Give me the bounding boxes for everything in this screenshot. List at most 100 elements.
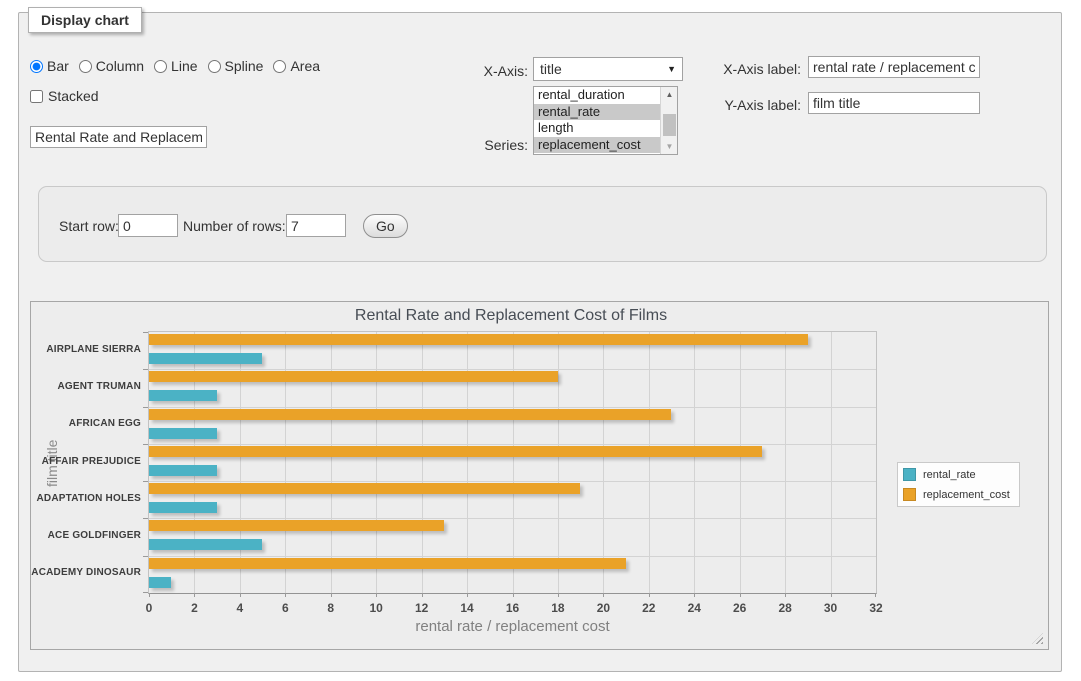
y-tick-mark xyxy=(143,369,148,370)
x-tick-mark xyxy=(240,593,241,597)
panel-title: Display chart xyxy=(28,7,142,33)
chart-type-radio-bar[interactable] xyxy=(30,60,43,73)
chart-type-label: Bar xyxy=(47,58,69,74)
bar-replacement-cost xyxy=(149,334,808,345)
x-tick-label: 8 xyxy=(311,601,351,615)
x-tick-label: 0 xyxy=(129,601,169,615)
gridline xyxy=(649,332,650,593)
x-tick-mark xyxy=(194,593,195,597)
series-option-rental_rate[interactable]: rental_rate xyxy=(534,104,660,121)
x-tick-label: 16 xyxy=(493,601,533,615)
series-listbox[interactable]: rental_durationrental_ratelengthreplacem… xyxy=(533,86,678,155)
x-tick-label: 28 xyxy=(765,601,805,615)
start-row-input[interactable] xyxy=(118,214,178,237)
scrollbar-thumb[interactable] xyxy=(663,114,676,136)
x-tick-mark xyxy=(875,593,876,597)
y-axis-label-input[interactable] xyxy=(808,92,980,114)
chart-type-radio-spline[interactable] xyxy=(208,60,221,73)
x-axis-label-field-label: X-Axis label: xyxy=(718,61,801,77)
x-tick-mark xyxy=(285,593,286,597)
chart-type-radio-line[interactable] xyxy=(154,60,167,73)
y-tick-mark xyxy=(143,518,148,519)
x-tick-label: 6 xyxy=(265,601,305,615)
x-tick-label: 14 xyxy=(447,601,487,615)
x-tick-mark xyxy=(831,593,832,597)
chart-type-label: Line xyxy=(171,58,197,74)
bar-replacement-cost xyxy=(149,371,558,382)
legend-label: rental_rate xyxy=(923,469,976,481)
x-tick-mark xyxy=(649,593,650,597)
x-tick-label: 20 xyxy=(583,601,623,615)
chart-type-bar[interactable]: Bar xyxy=(30,58,69,74)
chart-x-axis-title: rental rate / replacement cost xyxy=(148,618,877,635)
rows-panel: Start row: Number of rows: Go xyxy=(38,186,1047,262)
stacked-checkbox-row[interactable]: Stacked xyxy=(30,88,99,104)
number-of-rows-input[interactable] xyxy=(286,214,346,237)
gridline xyxy=(149,556,876,557)
chart-type-line[interactable]: Line xyxy=(154,58,197,74)
resize-handle-icon[interactable] xyxy=(1032,633,1043,644)
x-axis-select[interactable]: title ▼ xyxy=(533,57,683,81)
bar-replacement-cost xyxy=(149,409,671,420)
series-scrollbar[interactable]: ▲ ▼ xyxy=(660,87,677,154)
gridline xyxy=(149,481,876,482)
category-label: ACE GOLDFINGER xyxy=(31,530,141,541)
x-tick-mark xyxy=(422,593,423,597)
chart-title: Rental Rate and Replacement Cost of Film… xyxy=(31,307,991,325)
x-axis-label-input[interactable] xyxy=(808,56,980,78)
category-label: ACADEMY DINOSAUR xyxy=(31,567,141,578)
bar-rental-rate xyxy=(149,465,217,476)
bar-replacement-cost xyxy=(149,520,444,531)
legend-entry-rental_rate: rental_rate xyxy=(903,468,1010,481)
x-tick-mark xyxy=(331,593,332,597)
legend-swatch-icon xyxy=(903,468,916,481)
bar-replacement-cost xyxy=(149,558,626,569)
chart-type-column[interactable]: Column xyxy=(79,58,144,74)
x-tick-label: 10 xyxy=(356,601,396,615)
category-label: AGENT TRUMAN xyxy=(31,381,141,392)
chart-type-area[interactable]: Area xyxy=(273,58,320,74)
series-option-rental_duration[interactable]: rental_duration xyxy=(534,87,660,104)
series-option-length[interactable]: length xyxy=(534,120,660,137)
y-tick-mark xyxy=(143,407,148,408)
gridline xyxy=(694,332,695,593)
go-button[interactable]: Go xyxy=(363,214,408,238)
chart-type-spline[interactable]: Spline xyxy=(208,58,264,74)
bar-rental-rate xyxy=(149,577,171,588)
category-label: AFRICAN EGG xyxy=(31,418,141,429)
x-tick-label: 18 xyxy=(538,601,578,615)
bar-replacement-cost xyxy=(149,446,762,457)
x-tick-label: 22 xyxy=(629,601,669,615)
stacked-label: Stacked xyxy=(48,88,99,104)
chart-container: Rental Rate and Replacement Cost of Film… xyxy=(30,301,1049,650)
category-label: AIRPLANE SIERRA xyxy=(31,344,141,355)
gridline xyxy=(831,332,832,593)
bar-rental-rate xyxy=(149,390,217,401)
x-tick-label: 24 xyxy=(674,601,714,615)
x-tick-mark xyxy=(740,593,741,597)
gridline xyxy=(149,518,876,519)
gridline xyxy=(149,407,876,408)
bar-rental-rate xyxy=(149,539,262,550)
stacked-checkbox[interactable] xyxy=(30,90,43,103)
gridline xyxy=(558,332,559,593)
chart-type-radio-column[interactable] xyxy=(79,60,92,73)
x-tick-mark xyxy=(603,593,604,597)
legend-entry-replacement_cost: replacement_cost xyxy=(903,488,1010,501)
chart-type-label: Spline xyxy=(225,58,264,74)
chart-title-input[interactable] xyxy=(30,126,207,148)
y-axis-label-field-label: Y-Axis label: xyxy=(718,97,801,113)
x-tick-label: 30 xyxy=(811,601,851,615)
legend-swatch-icon xyxy=(903,488,916,501)
x-tick-label: 2 xyxy=(174,601,214,615)
chart-type-label: Area xyxy=(290,58,320,74)
chart-type-radio-area[interactable] xyxy=(273,60,286,73)
scroll-up-icon[interactable]: ▲ xyxy=(661,87,678,102)
category-label: AFFAIR PREJUDICE xyxy=(31,456,141,467)
series-option-replacement_cost[interactable]: replacement_cost xyxy=(534,137,660,154)
scroll-down-icon[interactable]: ▼ xyxy=(661,139,678,154)
x-tick-label: 32 xyxy=(856,601,896,615)
x-tick-label: 26 xyxy=(720,601,760,615)
x-axis-selected-value: title xyxy=(540,61,562,77)
bar-rental-rate xyxy=(149,502,217,513)
